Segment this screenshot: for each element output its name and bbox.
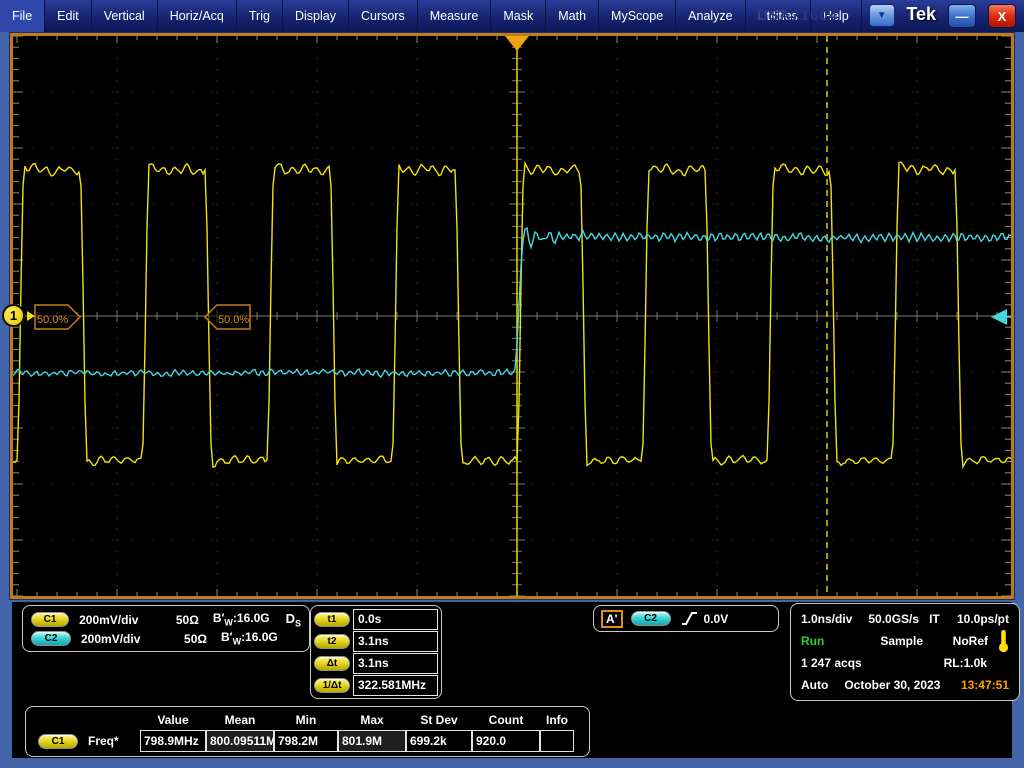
meas-min: 798.2M: [274, 730, 338, 752]
col-header-min: Min: [274, 713, 338, 727]
readout-area: C1 200mV/div 50Ω B′W:16.0G DS C2 200mV/d…: [12, 602, 1012, 758]
menu-item-horiz-acq[interactable]: Horiz/Acq: [158, 0, 237, 32]
meas-stdev: 699.2k: [406, 730, 472, 752]
sample-rate: 50.0GS/s: [868, 612, 919, 626]
menu-item-analyze[interactable]: Analyze: [676, 0, 745, 32]
menu-item-math[interactable]: Math: [546, 0, 599, 32]
cursor-delta-t-value: 3.1ns: [353, 653, 438, 674]
menu-item-measure[interactable]: Measure: [418, 0, 492, 32]
ch1-position-badge[interactable]: 1: [2, 304, 25, 327]
ch1-position-arrow-icon: [27, 311, 35, 321]
cursor-t2-value: 3.1ns: [353, 631, 438, 652]
ch1-termination: 50Ω: [163, 613, 199, 627]
cursor-delta-t-button[interactable]: Δt: [314, 656, 350, 671]
acq-state: Run: [801, 634, 824, 648]
ch2-bandwidth: B′W:16.0G: [221, 630, 278, 646]
meas-info: [540, 730, 574, 752]
waveform-display[interactable]: 50.0% 50.0%: [13, 36, 1011, 596]
meas-max: 801.9M: [338, 730, 406, 752]
trigger-readout-panel: A' C2 0.0V: [593, 605, 779, 632]
ch1-ds-flag: DS: [286, 611, 301, 629]
meas-count: 920.0: [472, 730, 540, 752]
graticule-frame: 50.0% 50.0%: [10, 33, 1014, 599]
col-header-count: Count: [472, 713, 540, 727]
trigger-level: 0.0V: [704, 612, 729, 626]
cursor-t1-value: 0.0s: [353, 609, 438, 630]
channel-readout-panel: C1 200mV/div 50Ω B′W:16.0G DS C2 200mV/d…: [22, 605, 310, 652]
acq-mode: Sample: [880, 634, 923, 648]
col-header-value: Value: [140, 713, 206, 727]
close-button[interactable]: X: [988, 4, 1016, 28]
time-label: 13:47:51: [961, 678, 1009, 692]
measurement-panel: Value Mean Min Max St Dev Count Info C1 …: [25, 706, 590, 757]
trigger-a-badge: A': [601, 610, 623, 628]
col-header-mean: Mean: [206, 713, 274, 727]
ref-flag-right-label: 50.0%: [218, 314, 249, 326]
meas-source-button[interactable]: C1: [38, 734, 78, 749]
cursor-inv-delta-t-value: 322.581MHz: [353, 675, 438, 696]
menu-item-cursors[interactable]: Cursors: [349, 0, 418, 32]
thermometer-icon: [998, 629, 1009, 653]
tek-logo: Tek: [906, 4, 936, 25]
measurement-row-freq: C1 Freq* 798.9MHz 800.09511M 798.2M 801.…: [32, 730, 589, 752]
date-label: October 30, 2023: [844, 678, 940, 692]
menu-item-edit[interactable]: Edit: [45, 0, 92, 32]
trigger-source-button[interactable]: C2: [631, 611, 671, 626]
rising-edge-icon: [681, 611, 698, 626]
col-header-max: Max: [338, 713, 406, 727]
sample-resolution: 10.0ps/pt: [957, 612, 1009, 626]
ch2-termination: 50Ω: [169, 632, 207, 646]
timebase-readout-panel: 1.0ns/div 50.0GS/s IT 10.0ps/pt Run Samp…: [790, 603, 1020, 701]
cursor-t1-button[interactable]: t1: [314, 612, 350, 627]
meas-mean: 800.09511M: [206, 730, 274, 752]
record-length: RL:1.0k: [944, 656, 987, 670]
menu-item-display[interactable]: Display: [283, 0, 349, 32]
chevron-down-icon: ▼: [877, 10, 887, 21]
menu-bar: File Edit Vertical Horiz/Acq Trig Displa…: [0, 0, 1024, 32]
cursor-inv-delta-t-button[interactable]: 1/Δt: [314, 678, 350, 693]
ch2-button[interactable]: C2: [31, 631, 71, 646]
acq-count: 1 247 acqs: [801, 656, 862, 670]
cursor-t2-button[interactable]: t2: [314, 634, 350, 649]
meas-value: 798.9MHz: [140, 730, 206, 752]
menu-item-trig[interactable]: Trig: [237, 0, 283, 32]
trigger-mode: Auto: [801, 678, 828, 692]
ref-status: NoRef: [953, 634, 988, 648]
col-header-info: Info: [540, 713, 574, 727]
menu-overflow-button[interactable]: ▼: [869, 4, 895, 27]
cursor-readout-panel: t1 0.0s t2 3.1ns Δt 3.1ns 1/Δt 322.581MH…: [310, 605, 442, 699]
menu-item-mask[interactable]: Mask: [491, 0, 546, 32]
measurement-header-row: Value Mean Min Max St Dev Count Info: [32, 709, 589, 730]
ref-flag-left-label: 50.0%: [37, 314, 68, 326]
timebase-scale: 1.0ns/div: [801, 612, 852, 626]
col-header-stdev: St Dev: [406, 713, 472, 727]
menu-item-myscope[interactable]: MyScope: [599, 0, 676, 32]
instrument-model-label: DSA71604: [757, 7, 838, 24]
ch1-button[interactable]: C1: [31, 612, 69, 627]
ch1-bandwidth: B′W:16.0G: [213, 611, 270, 627]
minimize-button[interactable]: —: [948, 4, 976, 28]
ch2-scale: 200mV/div: [81, 632, 169, 646]
interp-mode: IT: [929, 612, 940, 626]
menu-item-vertical[interactable]: Vertical: [92, 0, 158, 32]
meas-name: Freq*: [88, 734, 119, 748]
ch1-scale: 200mV/div: [79, 613, 163, 627]
menu-item-file[interactable]: File: [0, 0, 45, 32]
